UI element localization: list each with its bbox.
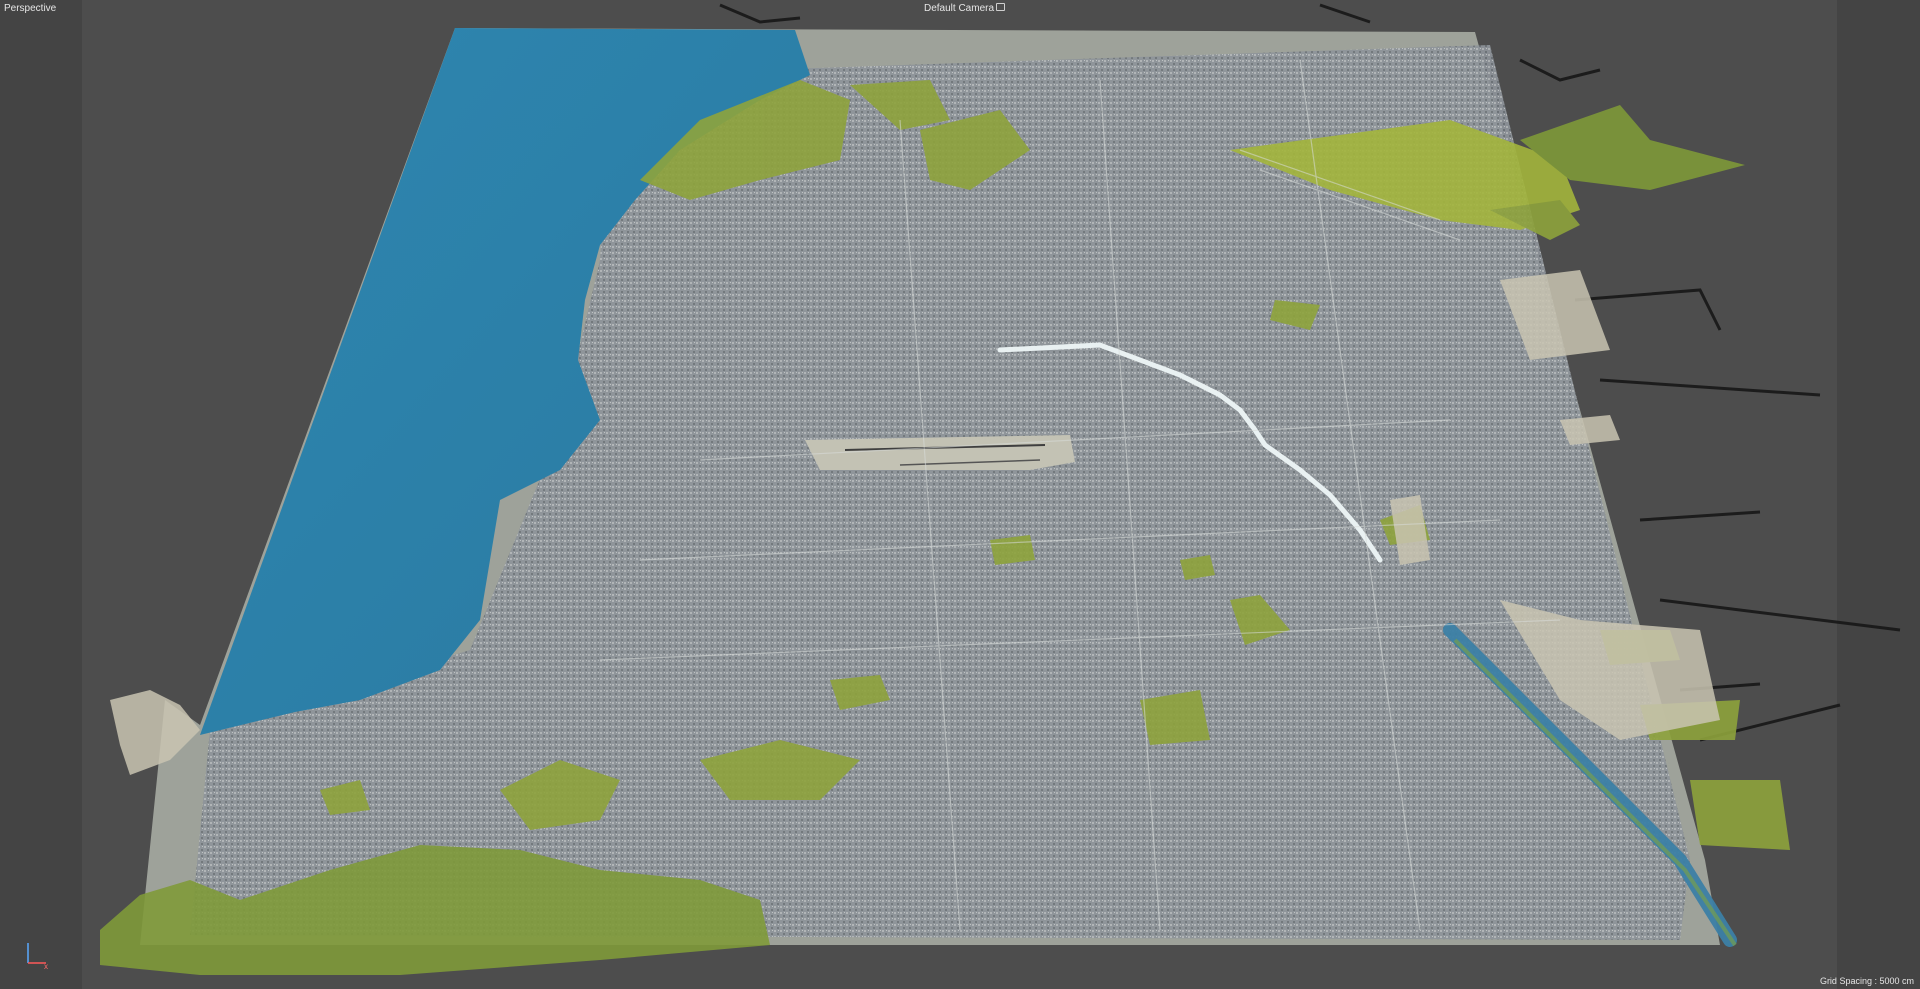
viewport-view-label[interactable]: Perspective xyxy=(4,3,56,14)
axis-gizmo-icon xyxy=(27,943,46,964)
camera-label-text: Default Camera xyxy=(924,3,995,14)
axis-x-label: x xyxy=(44,962,48,971)
grid-spacing-readout: Grid Spacing : 5000 cm xyxy=(1819,976,1914,986)
3d-viewport[interactable]: Perspective Default Camera x Grid Spacin… xyxy=(0,0,1920,989)
viewport-camera-label[interactable]: Default Camera xyxy=(924,3,1006,14)
camera-icon xyxy=(996,3,1006,12)
city-terrain-model[interactable] xyxy=(0,0,1920,989)
